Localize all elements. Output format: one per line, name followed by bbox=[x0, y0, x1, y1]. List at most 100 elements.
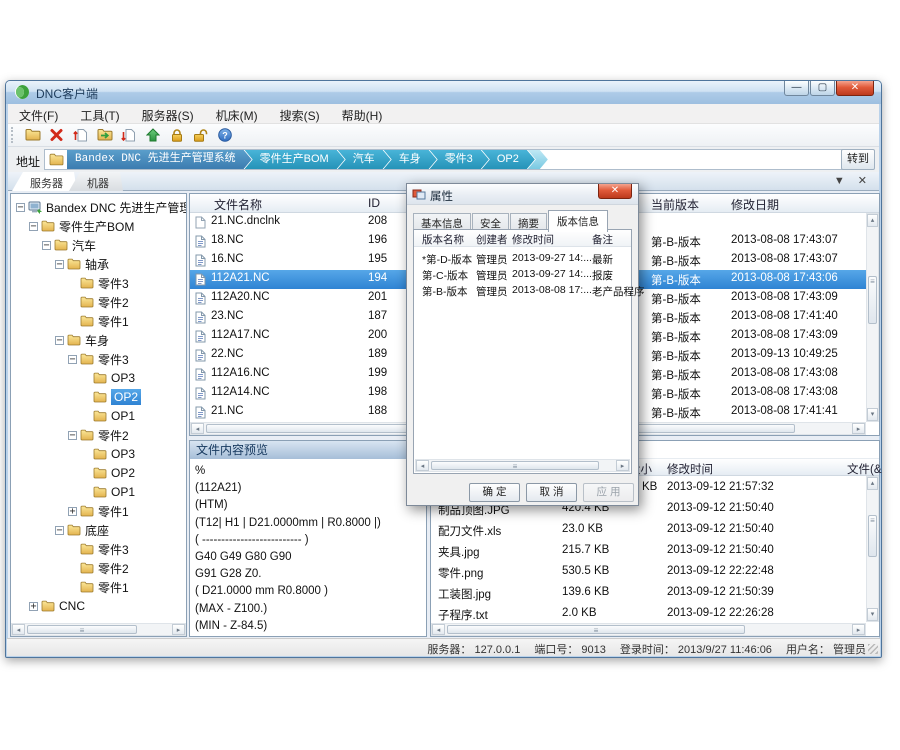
expand-icon[interactable]: + bbox=[68, 507, 77, 516]
tree-item[interactable]: OP3 bbox=[81, 445, 135, 463]
tree-item[interactable]: 零件1 bbox=[68, 578, 129, 596]
folder-icon bbox=[80, 429, 94, 441]
minimize-button[interactable]: — bbox=[784, 81, 809, 96]
attachment-size: KB bbox=[642, 481, 657, 493]
attachment-row[interactable]: 子程序.txt2.0 KB2013-09-12 22:26:28 bbox=[431, 604, 866, 622]
breadcrumb-item[interactable]: 汽车 bbox=[338, 150, 391, 169]
version-list-header[interactable]: 版本名称 创建者 修改时间 备注 bbox=[414, 230, 631, 247]
toolbar-unlock-button[interactable] bbox=[190, 125, 211, 146]
tree-item-label: 零件2 bbox=[98, 294, 129, 311]
breadcrumb-item[interactable]: 零件生产BOM bbox=[245, 150, 345, 169]
file-id: 196 bbox=[368, 234, 387, 246]
attachment-row[interactable]: 工装图.jpg139.6 KB2013-09-12 21:50:39 bbox=[431, 583, 866, 604]
breadcrumb-item[interactable]: 车身 bbox=[384, 150, 437, 169]
tree-item[interactable]: −轴承 bbox=[55, 255, 109, 273]
col-creator[interactable]: 创建者 bbox=[476, 232, 508, 247]
tree-item[interactable]: OP3 bbox=[81, 369, 135, 387]
collapse-icon[interactable]: − bbox=[68, 355, 77, 364]
toolbar-delete-button[interactable] bbox=[46, 125, 67, 146]
resize-grip[interactable] bbox=[868, 644, 878, 654]
col-file[interactable]: 文件(& bbox=[847, 461, 882, 477]
version-row[interactable]: 第-C-版本管理员2013-09-27 14:...报废 bbox=[414, 266, 631, 282]
collapse-icon[interactable]: − bbox=[55, 260, 64, 269]
toolbar-help-button[interactable]: ? bbox=[214, 125, 235, 146]
tab-machines[interactable]: 机器 bbox=[69, 172, 123, 191]
toolbar-import-folder-button[interactable] bbox=[94, 125, 115, 146]
col-current-version[interactable]: 当前版本 bbox=[651, 196, 699, 213]
tree-item[interactable]: 零件2 bbox=[68, 293, 129, 311]
folder-icon bbox=[93, 467, 107, 479]
maximize-button[interactable]: ▢ bbox=[810, 81, 835, 96]
cancel-button[interactable]: 取 消 bbox=[526, 483, 577, 502]
tree-item[interactable]: −零件2 bbox=[68, 426, 129, 444]
tree-item[interactable]: OP1 bbox=[81, 483, 135, 501]
attachment-row[interactable]: 零件.png530.5 KB2013-09-12 22:22:48 bbox=[431, 562, 866, 583]
file-icon bbox=[195, 292, 206, 305]
col-modify-time[interactable]: 修改时间 bbox=[512, 232, 554, 247]
toolbar-send-up-button[interactable] bbox=[142, 125, 163, 146]
tree-item[interactable]: −零件3 bbox=[68, 350, 129, 368]
tree-item[interactable]: 零件1 bbox=[68, 312, 129, 330]
file-version: 第-B-版本 bbox=[651, 253, 701, 269]
toolbar-upload-file-button[interactable] bbox=[70, 125, 91, 146]
version-row[interactable]: 第-B-版本管理员2013-08-08 17:...老产品程序 bbox=[414, 282, 631, 298]
attachment-time: 2013-09-12 21:50:40 bbox=[667, 523, 774, 535]
version-row[interactable]: *第-D-版本管理员2013-09-27 14:...最新 bbox=[414, 250, 631, 266]
collapse-icon[interactable]: − bbox=[29, 222, 38, 231]
tree-item[interactable]: −零件生产BOM bbox=[29, 217, 134, 235]
collapse-icon[interactable]: − bbox=[16, 203, 25, 212]
dialog-hscrollbar[interactable]: ◂▸ ≡ bbox=[415, 459, 630, 472]
dialog-close-button[interactable]: ✕ bbox=[598, 184, 632, 199]
tree-item[interactable]: OP2 bbox=[81, 464, 135, 482]
tree-item[interactable]: −汽车 bbox=[42, 236, 96, 254]
address-field[interactable]: Bandex DNC 先进生产管理系统零件生产BOM汽车车身零件3OP2 bbox=[44, 149, 844, 170]
file-date: 2013-08-08 17:43:09 bbox=[731, 329, 838, 341]
tree-item[interactable]: 零件3 bbox=[68, 274, 129, 292]
version-time: 2013-09-27 14:... bbox=[512, 268, 592, 280]
collapse-icon[interactable]: − bbox=[68, 431, 77, 440]
tree-item[interactable]: OP2 bbox=[81, 388, 141, 406]
collapse-icon[interactable]: − bbox=[55, 526, 64, 535]
tree-item[interactable]: +CNC bbox=[29, 597, 85, 615]
panel-dropdown-icon[interactable]: ▼ bbox=[834, 175, 845, 187]
collapse-icon[interactable]: − bbox=[42, 241, 51, 250]
col-note[interactable]: 备注 bbox=[592, 232, 613, 247]
file-list-vscrollbar[interactable]: ▴▾ ≡ bbox=[866, 213, 879, 422]
tree-item[interactable]: −车身 bbox=[55, 331, 109, 349]
breadcrumb-item[interactable]: Bandex DNC 先进生产管理系统 bbox=[67, 150, 252, 169]
tab-servers[interactable]: 服务器 bbox=[12, 172, 77, 191]
dialog-title-bar: 属性 ✕ bbox=[407, 184, 638, 205]
collapse-icon[interactable]: − bbox=[55, 336, 64, 345]
folder-icon bbox=[67, 524, 81, 536]
attachment-row[interactable]: 夹具.jpg215.7 KB2013-09-12 21:50:40 bbox=[431, 541, 866, 562]
dialog-tab[interactable]: 版本信息 bbox=[548, 210, 608, 232]
tree-item[interactable]: −Bandex DNC 先进生产管理系统 bbox=[16, 198, 186, 216]
file-preview-panel: 文件内容预览 %(112A21)(HTM)(T12| H1 | D21.0000… bbox=[189, 440, 427, 637]
ok-button[interactable]: 确 定 bbox=[469, 483, 520, 502]
breadcrumb-item[interactable]: 零件3 bbox=[430, 150, 489, 169]
tree-hscrollbar[interactable]: ◂▸ ≡ bbox=[11, 623, 186, 636]
tree-item[interactable]: 零件2 bbox=[68, 559, 129, 577]
attachments-hscrollbar[interactable]: ◂▸ ≡ bbox=[431, 623, 866, 636]
tree-item[interactable]: OP1 bbox=[81, 407, 135, 425]
col-modified-time[interactable]: 修改时间 bbox=[667, 461, 713, 477]
version-creator: 管理员 bbox=[476, 284, 508, 299]
tree-item-label: 零件1 bbox=[98, 579, 129, 596]
toolbar-new-folder-button[interactable] bbox=[22, 125, 43, 146]
close-button[interactable]: ✕ bbox=[836, 81, 874, 96]
attachments-vscrollbar[interactable]: ▴▾ ≡ bbox=[866, 476, 879, 622]
go-button[interactable]: 转到 bbox=[841, 149, 875, 170]
tree-item[interactable]: −底座 bbox=[55, 521, 109, 539]
col-version-name[interactable]: 版本名称 bbox=[422, 232, 464, 247]
expand-icon[interactable]: + bbox=[29, 602, 38, 611]
attachment-row[interactable]: 配刀文件.xls23.0 KB2013-09-12 21:50:40 bbox=[431, 520, 866, 541]
toolbar-download-file-button[interactable] bbox=[118, 125, 139, 146]
col-file-name[interactable]: 文件名称 bbox=[214, 196, 262, 213]
col-id[interactable]: ID bbox=[368, 196, 380, 210]
breadcrumb-item[interactable]: OP2 bbox=[482, 150, 535, 169]
panel-close-icon[interactable]: ✕ bbox=[858, 175, 867, 187]
toolbar-lock-button[interactable] bbox=[166, 125, 187, 146]
tree-item[interactable]: 零件3 bbox=[68, 540, 129, 558]
col-modified-date[interactable]: 修改日期 bbox=[731, 196, 779, 213]
tree-item[interactable]: +零件1 bbox=[68, 502, 129, 520]
